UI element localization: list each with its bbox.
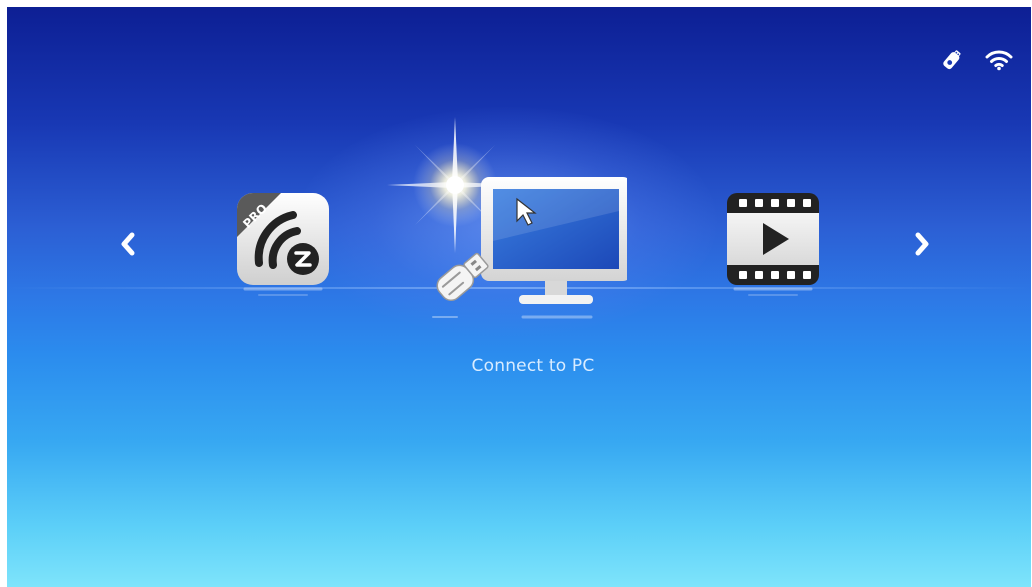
ezcast-pro-reflection <box>243 287 323 296</box>
wifi-icon <box>985 50 1013 71</box>
usb-stick-icon <box>943 50 961 70</box>
next-arrow-button[interactable] <box>911 229 933 259</box>
film-play-icon <box>727 193 819 285</box>
connect-to-pc-reflection <box>432 315 593 319</box>
home-screen: PRO Connect to PC <box>7 7 1031 587</box>
previous-arrow-button[interactable] <box>117 229 139 259</box>
ezcast-pro-icon <box>237 193 329 285</box>
video-reflection <box>733 287 813 296</box>
carousel-item-ezcast-pro[interactable]: PRO <box>237 193 329 285</box>
carousel-item-video[interactable] <box>727 193 819 285</box>
carousel-item-connect-to-pc[interactable] <box>417 171 631 311</box>
selected-item-label: Connect to PC <box>471 356 595 376</box>
monitor-usb-icon <box>436 177 631 304</box>
